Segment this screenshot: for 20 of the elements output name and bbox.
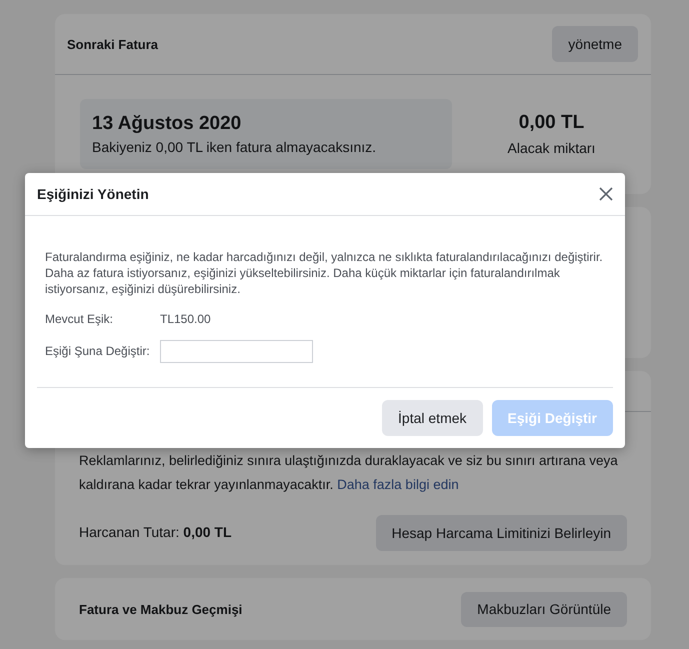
- card-title: Fatura ve Makbuz Geçmişi: [79, 602, 242, 616]
- amount-label: Alacak miktarı: [508, 140, 596, 156]
- close-icon[interactable]: [599, 187, 613, 201]
- view-receipts-button[interactable]: Makbuzları Görüntüle: [461, 592, 627, 626]
- threshold-input[interactable]: [160, 340, 313, 362]
- invoice-date: 13 Ağustos 2020: [92, 113, 242, 135]
- card-title: Sonraki Fatura: [67, 36, 158, 52]
- invoice-note: Bakiyeniz 0,00 TL iken fatura almayacaksınız.: [92, 139, 378, 155]
- dialog-description: Faturalandırma eşiğiniz, ne kadar harcadığınızı değil, yalnızca ne sıklıkta faturalandırılacağınızı değiştirir. Daha az fatura istiyorsanız, eşiğinizi yükseltebilirsiniz. Daha küçük miktarlar için faturalandırılmak istiyorsanız, eşiğinizi düşürebilirsiniz.: [45, 249, 604, 297]
- field-label: Mevcut Eşik:: [45, 312, 114, 326]
- dialog-title: Eşiğinizi Yönetin: [37, 186, 149, 202]
- amount-value: 0,00 TL: [518, 112, 584, 134]
- cancel-button[interactable]: İptal etmek: [382, 400, 483, 436]
- current-threshold: TL150.00: [160, 312, 211, 326]
- set-limit-button[interactable]: Hesap Harcama Limitinizi Belirleyin: [376, 515, 627, 551]
- limit-description: Reklamlarınız, belirlediğiniz sınıra ulaştığınızda duraklayacak ve siz bu sınırı artırana veya kaldırana kadar tekrar yayınlanmayacaktır. Daha fazla bilgi edin: [79, 452, 619, 494]
- manage-button[interactable]: yönetme: [552, 26, 638, 62]
- learn-more-link[interactable]: Daha fazla bilgi edin: [337, 477, 459, 492]
- field-label: Eşiği Şuna Değiştir:: [45, 344, 151, 358]
- spent-amount: Harcanan Tutar: 0,00 TL: [79, 524, 232, 540]
